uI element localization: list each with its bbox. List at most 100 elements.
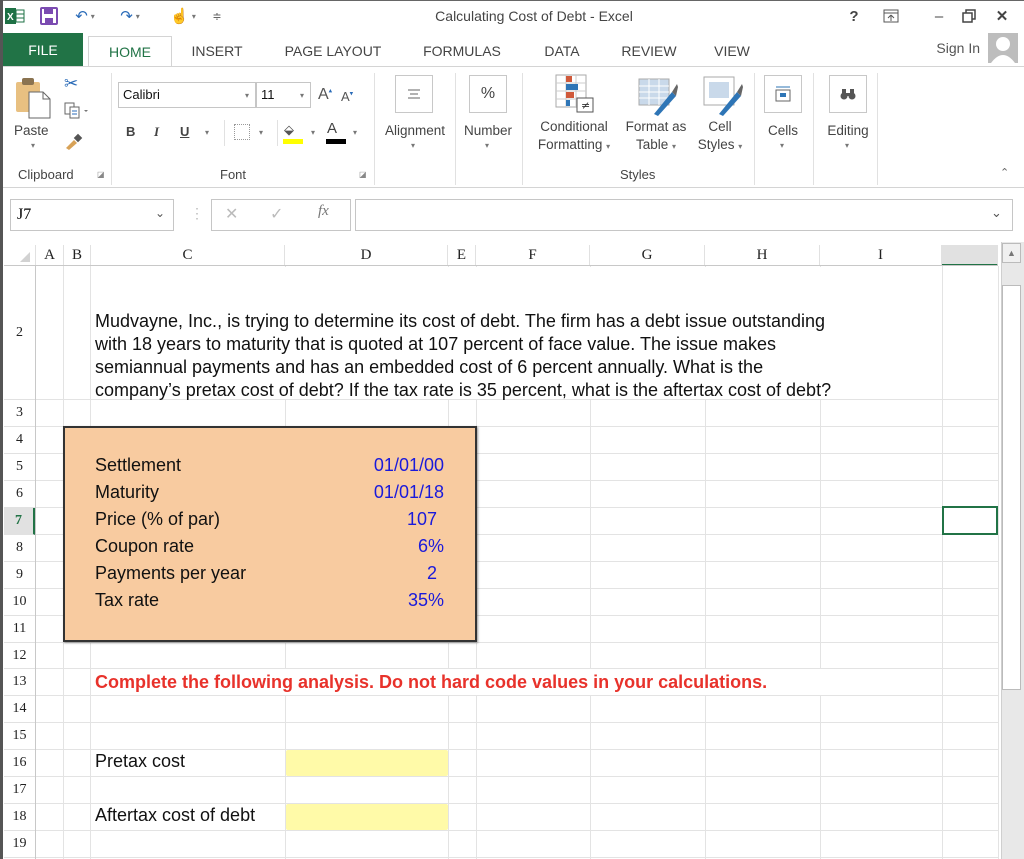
clipboard-launcher-icon[interactable]: ◪: [97, 170, 105, 179]
conditional-formatting-button[interactable]: Conditional Formatting ▾: [530, 118, 618, 156]
row-header-14[interactable]: 14: [4, 696, 35, 723]
cancel-icon[interactable]: ✕: [225, 204, 238, 224]
column-header-h[interactable]: H: [705, 245, 820, 266]
cells-button[interactable]: Cells: [762, 122, 804, 140]
column-header-a[interactable]: A: [36, 245, 64, 266]
paste-dropdown-icon[interactable]: ▾: [31, 141, 35, 150]
row-header-7[interactable]: 7: [4, 508, 35, 535]
help-icon[interactable]: ?: [840, 6, 868, 26]
avatar[interactable]: [988, 33, 1018, 63]
insert-function-icon[interactable]: fx: [318, 203, 329, 220]
row-header-11[interactable]: 11: [4, 616, 35, 643]
input-value-payments-per-year[interactable]: 2: [427, 563, 437, 584]
column-header-e[interactable]: E: [448, 245, 476, 266]
row-header-15[interactable]: 15: [4, 723, 35, 750]
input-value-maturity[interactable]: 01/01/18: [374, 482, 444, 503]
row-header-18[interactable]: 18: [4, 804, 35, 831]
number-format-icon[interactable]: %: [469, 75, 507, 113]
scrollbar-thumb[interactable]: [1002, 285, 1021, 690]
scroll-up-icon[interactable]: ▲: [1002, 243, 1021, 263]
close-icon[interactable]: ✕: [988, 6, 1016, 26]
format-painter-icon[interactable]: [64, 132, 84, 155]
row-header-12[interactable]: 12: [4, 643, 35, 669]
input-value-price[interactable]: 107: [407, 509, 437, 530]
row-header-6[interactable]: 6: [4, 481, 35, 508]
input-value-coupon-rate[interactable]: 6%: [418, 536, 444, 557]
number-button[interactable]: Number: [459, 122, 517, 140]
row-header-13[interactable]: 13: [4, 669, 35, 696]
column-header-c[interactable]: C: [91, 245, 285, 266]
fill-color-dropdown-icon[interactable]: ▾: [311, 128, 315, 137]
editing-button[interactable]: Editing: [822, 122, 874, 140]
bold-button[interactable]: B: [126, 124, 135, 139]
row-header-17[interactable]: 17: [4, 777, 35, 804]
chevron-down-icon: ▾: [411, 141, 416, 150]
tab-insert[interactable]: INSERT: [180, 36, 254, 66]
tab-data[interactable]: DATA: [532, 36, 592, 66]
tab-home[interactable]: HOME: [88, 36, 172, 66]
column-header-d[interactable]: D: [285, 245, 448, 266]
row-header-9[interactable]: 9: [4, 562, 35, 589]
decrease-font-size-icon[interactable]: A▾: [341, 89, 353, 104]
tab-view[interactable]: VIEW: [704, 36, 760, 66]
row-header-4[interactable]: 4: [4, 427, 35, 454]
tab-page-layout[interactable]: PAGE LAYOUT: [274, 36, 392, 66]
select-all-button[interactable]: [4, 245, 36, 266]
font-color-dropdown-icon[interactable]: ▾: [353, 128, 357, 137]
name-box[interactable]: J7 ⌄: [10, 199, 174, 231]
cell-styles-button[interactable]: Cell Styles ▾: [692, 118, 748, 156]
italic-button[interactable]: I: [154, 124, 159, 140]
font-launcher-icon[interactable]: ◪: [359, 170, 367, 179]
formula-bar-splitter[interactable]: ⋮: [190, 205, 204, 222]
formula-input[interactable]: [355, 199, 1013, 231]
row-header-19[interactable]: 19: [4, 831, 35, 858]
restore-icon[interactable]: [955, 6, 983, 26]
underline-button[interactable]: U: [180, 124, 189, 139]
fill-color-icon[interactable]: ⬙: [284, 122, 294, 138]
cells-icon[interactable]: [764, 75, 802, 113]
borders-icon[interactable]: [234, 124, 250, 140]
borders-dropdown-icon[interactable]: ▾: [259, 128, 263, 137]
tab-formulas[interactable]: FORMULAS: [412, 36, 512, 66]
row-header-3[interactable]: 3: [4, 400, 35, 427]
cut-icon[interactable]: ✂: [64, 74, 78, 94]
cell-styles-icon[interactable]: [703, 76, 743, 123]
tab-review[interactable]: REVIEW: [612, 36, 686, 66]
paste-button[interactable]: Paste: [14, 122, 49, 140]
row-header-8[interactable]: 8: [4, 535, 35, 562]
format-as-table-icon[interactable]: [638, 78, 678, 123]
answer-cell-pretax-cost[interactable]: [286, 750, 448, 776]
paste-icon[interactable]: [12, 76, 56, 120]
font-color-icon[interactable]: A: [327, 120, 337, 137]
row-header-10[interactable]: 10: [4, 589, 35, 616]
conditional-formatting-icon[interactable]: ≠: [555, 74, 595, 121]
enter-icon[interactable]: ✓: [270, 204, 283, 224]
sign-in-link[interactable]: Sign In: [936, 40, 980, 56]
find-binoculars-icon[interactable]: [829, 75, 867, 113]
selected-cell-j7[interactable]: [942, 506, 998, 535]
font-name-combobox[interactable]: Calibri ▾: [118, 82, 256, 108]
column-header-f[interactable]: F: [476, 245, 590, 266]
underline-dropdown-icon[interactable]: ▾: [205, 128, 209, 137]
column-header-b[interactable]: B: [64, 245, 91, 266]
row-header-2[interactable]: 2: [4, 266, 35, 400]
tab-file[interactable]: FILE: [3, 33, 83, 66]
input-value-settlement[interactable]: 01/01/00: [374, 455, 444, 476]
column-header-i[interactable]: I: [820, 245, 942, 266]
answer-cell-aftertax-cost[interactable]: [286, 804, 448, 830]
minimize-icon[interactable]: –: [925, 6, 953, 26]
row-header-16[interactable]: 16: [4, 750, 35, 777]
font-size-combobox[interactable]: 11 ▾: [256, 82, 311, 108]
ribbon-display-options-icon[interactable]: [877, 6, 905, 26]
column-header-g[interactable]: G: [590, 245, 705, 266]
row-header-5[interactable]: 5: [4, 454, 35, 481]
column-header-j[interactable]: [942, 245, 998, 266]
copy-icon[interactable]: [64, 102, 90, 125]
format-as-table-button[interactable]: Format as Table ▾: [620, 118, 692, 156]
expand-formula-bar-icon[interactable]: ⌄: [991, 205, 1002, 221]
alignment-button[interactable]: Alignment: [379, 122, 451, 140]
alignment-icon[interactable]: [395, 75, 433, 113]
input-value-tax-rate[interactable]: 35%: [408, 590, 444, 611]
collapse-ribbon-icon[interactable]: ⌃: [1000, 166, 1009, 179]
increase-font-size-icon[interactable]: A▴: [318, 86, 332, 104]
